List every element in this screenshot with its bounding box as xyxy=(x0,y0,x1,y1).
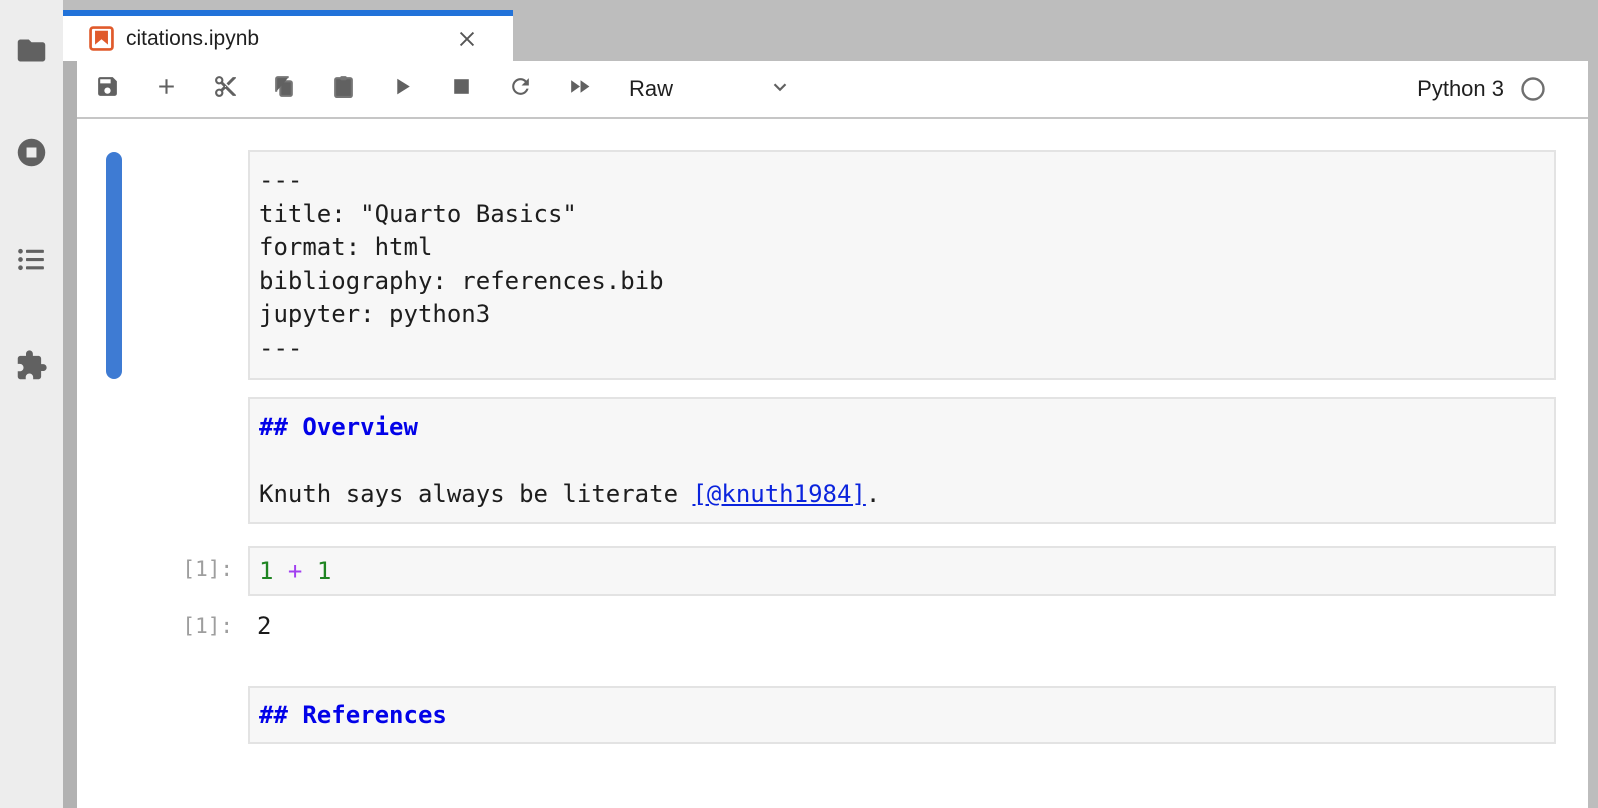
sidebar-item-file-browser[interactable] xyxy=(13,34,50,71)
paste-icon xyxy=(331,74,356,104)
run-cell-button[interactable] xyxy=(388,75,416,103)
yaml-line: jupyter: python3 xyxy=(259,298,1545,332)
sidebar-item-table-of-contents[interactable] xyxy=(13,243,50,280)
code-number: 1 xyxy=(259,557,273,585)
cut-cells-button[interactable] xyxy=(211,75,239,103)
blank-line xyxy=(259,445,1545,479)
citation-link[interactable]: [@knuth1984] xyxy=(692,480,865,508)
output-value: 2 xyxy=(257,610,271,644)
markdown-cell-overview[interactable]: ## Overview Knuth says always be literat… xyxy=(248,397,1556,524)
code-cell[interactable]: 1 + 1 xyxy=(248,546,1556,596)
overview-heading: ## Overview xyxy=(259,411,1545,445)
list-icon xyxy=(15,243,48,281)
restart-kernel-button[interactable] xyxy=(506,75,534,103)
kernel-name[interactable]: Python 3 xyxy=(1417,76,1504,102)
close-icon[interactable] xyxy=(455,27,479,51)
sidebar-splitter[interactable] xyxy=(63,0,77,808)
yaml-line: title: "Quarto Basics" xyxy=(259,198,1545,232)
notebook-panel: --- title: "Quarto Basics" format: html … xyxy=(77,121,1588,808)
fast-forward-icon xyxy=(567,74,592,104)
yaml-line: --- xyxy=(259,164,1545,198)
insert-cell-button[interactable] xyxy=(152,75,180,103)
yaml-line: format: html xyxy=(259,231,1545,265)
run-icon xyxy=(390,74,415,104)
save-button[interactable] xyxy=(93,75,121,103)
tab-bar: citations.ipynb xyxy=(63,0,1598,61)
selected-cell-collapser[interactable] xyxy=(106,152,122,379)
puzzle-icon xyxy=(15,349,48,387)
stop-circle-icon xyxy=(15,136,48,174)
tab-title: citations.ipynb xyxy=(126,27,259,51)
references-heading: ## References xyxy=(259,699,1545,733)
cell-type-dropdown[interactable]: Raw xyxy=(629,76,791,103)
notebook-toolbar: Raw Python 3 xyxy=(77,61,1588,119)
cell-type-value: Raw xyxy=(629,76,673,102)
yaml-line: --- xyxy=(259,332,1545,366)
interrupt-kernel-button[interactable] xyxy=(447,75,475,103)
code-operator: + xyxy=(288,557,302,585)
tab-citations-ipynb[interactable]: citations.ipynb xyxy=(63,10,513,61)
scrollbar[interactable] xyxy=(1588,0,1598,808)
overview-text: Knuth says always be literate xyxy=(259,480,692,508)
scissors-icon xyxy=(213,74,238,104)
code-number: 1 xyxy=(317,557,331,585)
sidebar-item-extension-manager[interactable] xyxy=(13,349,50,386)
plus-icon xyxy=(154,74,179,104)
input-prompt: [1]: xyxy=(77,553,233,587)
save-icon xyxy=(95,74,120,104)
sidebar-item-running-sessions[interactable] xyxy=(13,136,50,173)
notebook-icon xyxy=(89,26,114,51)
copy-cells-button[interactable] xyxy=(270,75,298,103)
chevron-down-icon xyxy=(769,76,791,103)
yaml-line: bibliography: references.bib xyxy=(259,265,1545,299)
stop-icon xyxy=(449,74,474,104)
kernel-status-icon[interactable] xyxy=(1520,76,1546,102)
paste-cells-button[interactable] xyxy=(329,75,357,103)
output-prompt: [1]: xyxy=(77,610,233,644)
raw-cell-yaml[interactable]: --- title: "Quarto Basics" format: html … xyxy=(248,150,1556,380)
markdown-cell-references[interactable]: ## References xyxy=(248,686,1556,744)
activity-bar xyxy=(0,0,63,808)
copy-icon xyxy=(272,74,297,104)
restart-run-all-button[interactable] xyxy=(565,75,593,103)
code-line: 1 + 1 xyxy=(259,555,1545,589)
folder-icon xyxy=(15,34,48,72)
restart-icon xyxy=(508,74,533,104)
overview-suffix: . xyxy=(866,480,880,508)
overview-paragraph: Knuth says always be literate [@knuth198… xyxy=(259,478,1545,512)
